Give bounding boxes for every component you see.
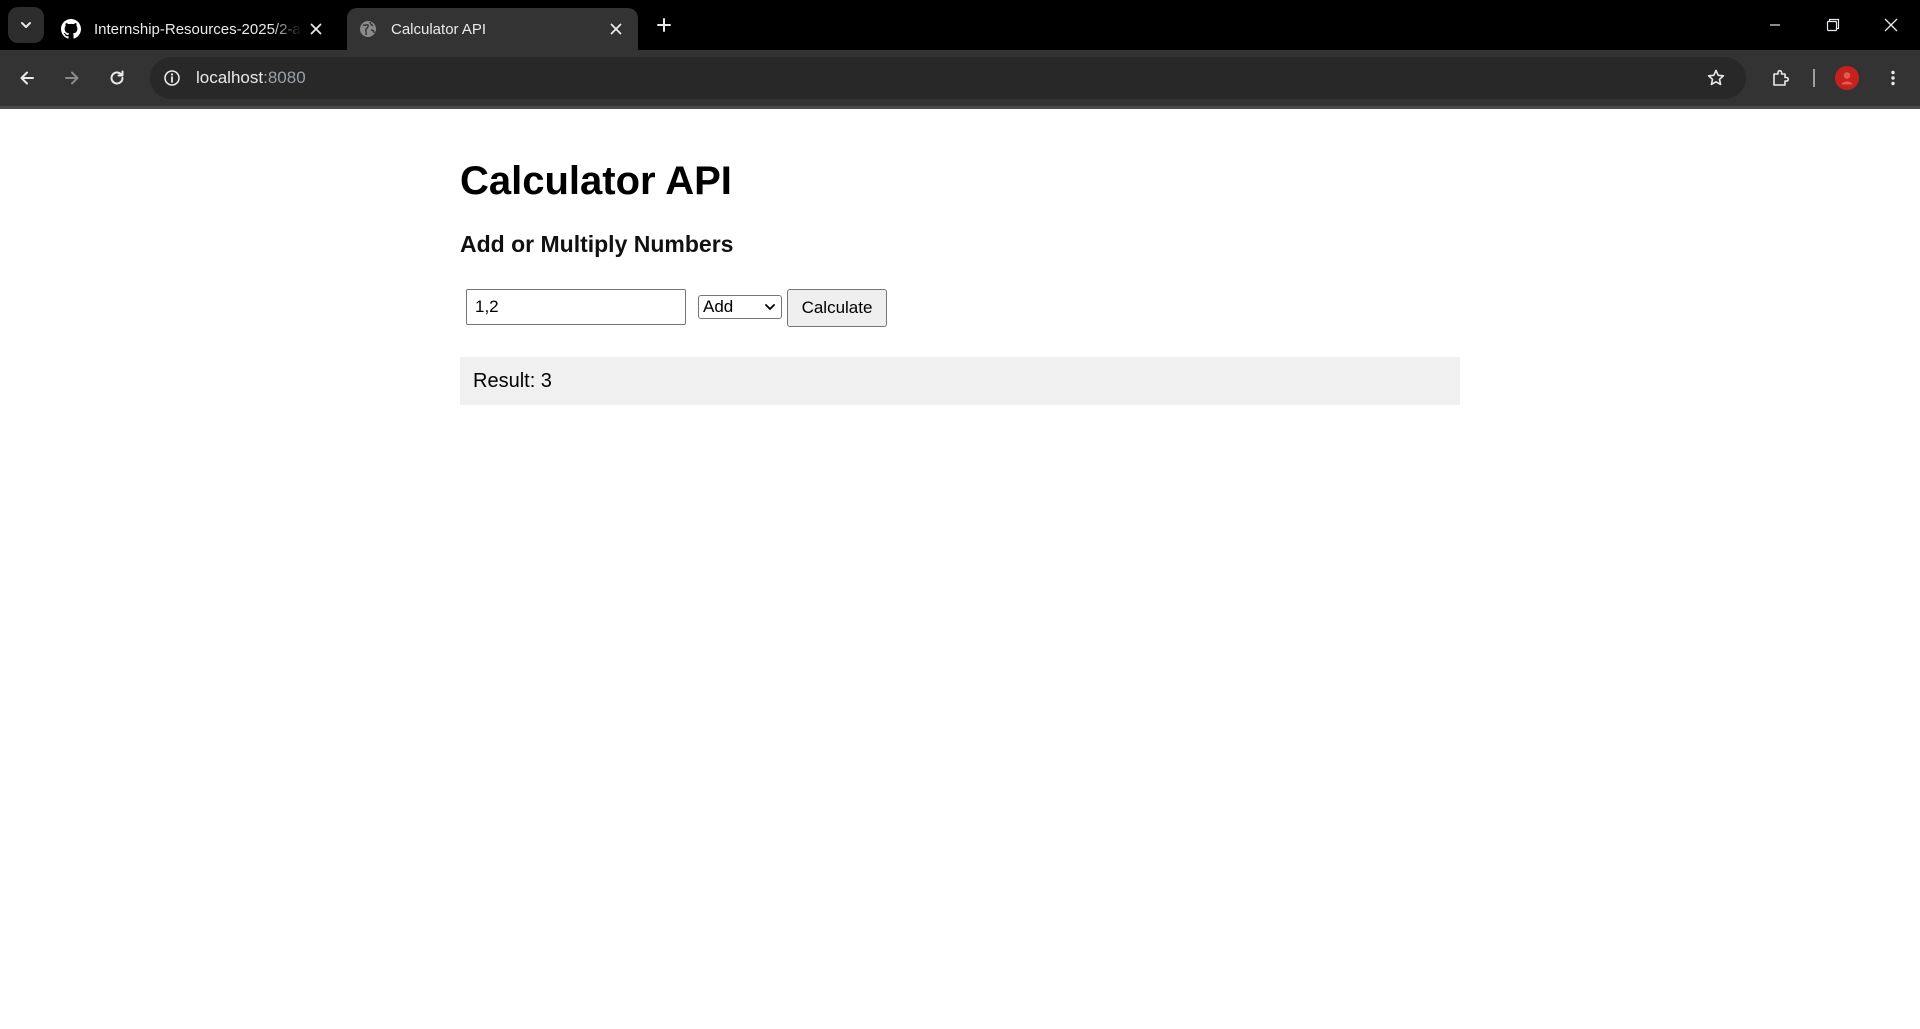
plus-icon — [657, 18, 671, 32]
window-controls — [1746, 0, 1920, 50]
browser-window: Internship-Resources-2025/2-ap Calculato… — [0, 0, 1920, 1029]
page-viewport: Calculator API Add or Multiply Numbers A… — [0, 109, 1920, 1029]
numbers-input[interactable] — [466, 289, 686, 325]
reload-icon — [110, 70, 124, 85]
profile-button[interactable] — [1829, 60, 1865, 96]
close-tab-icon[interactable] — [302, 15, 330, 43]
arrow-left-icon — [20, 71, 34, 85]
address-url: localhost:8080 — [196, 68, 1700, 88]
calculate-button[interactable]: Calculate — [787, 289, 887, 327]
reload-button[interactable] — [99, 60, 135, 96]
url-port: :8080 — [263, 68, 306, 87]
restore-button[interactable] — [1804, 0, 1862, 50]
tab-internship-resources[interactable]: Internship-Resources-2025/2-ap — [50, 8, 338, 50]
menu-button[interactable] — [1875, 60, 1911, 96]
tab-calculator-api[interactable]: Calculator API — [347, 8, 638, 50]
bookmark-star-icon[interactable] — [1700, 62, 1732, 94]
calculator-form: Add Calculate — [460, 289, 1160, 327]
address-bar[interactable]: localhost:8080 — [150, 57, 1746, 99]
github-icon — [60, 18, 82, 40]
close-window-button[interactable] — [1862, 0, 1920, 50]
back-button[interactable] — [9, 60, 45, 96]
new-tab-button[interactable] — [648, 9, 680, 41]
operation-selected-value: Add — [703, 297, 734, 316]
chevron-down-icon — [761, 298, 779, 316]
restore-icon — [1826, 18, 1840, 32]
tab-search-button[interactable] — [8, 7, 44, 43]
extensions-button[interactable] — [1763, 60, 1799, 96]
close-icon — [1884, 18, 1898, 32]
chevron-down-icon — [21, 22, 31, 28]
tab-title: Calculator API — [391, 20, 487, 38]
arrow-right-icon — [65, 71, 79, 85]
close-tab-icon[interactable] — [602, 15, 630, 43]
toolbar-divider — [1813, 69, 1815, 87]
more-vert-icon — [1891, 70, 1895, 86]
tab-strip: Internship-Resources-2025/2-ap Calculato… — [0, 0, 1920, 50]
minimize-button[interactable] — [1746, 0, 1804, 50]
page-title: Calculator API — [460, 159, 732, 203]
forward-button[interactable] — [54, 60, 90, 96]
result-output: Result: 3 — [460, 357, 1460, 405]
minimize-icon — [1770, 24, 1780, 26]
url-host: localhost — [196, 68, 264, 87]
operation-select[interactable]: Add — [698, 295, 782, 319]
avatar — [1835, 66, 1859, 90]
page-subtitle: Add or Multiply Numbers — [460, 231, 734, 257]
tab-title: Internship-Resources-2025/2-ap — [94, 20, 302, 38]
globe-icon — [357, 18, 379, 40]
puzzle-icon — [1773, 69, 1790, 86]
site-info-icon[interactable] — [156, 62, 188, 94]
browser-toolbar: localhost:8080 — [0, 50, 1920, 106]
